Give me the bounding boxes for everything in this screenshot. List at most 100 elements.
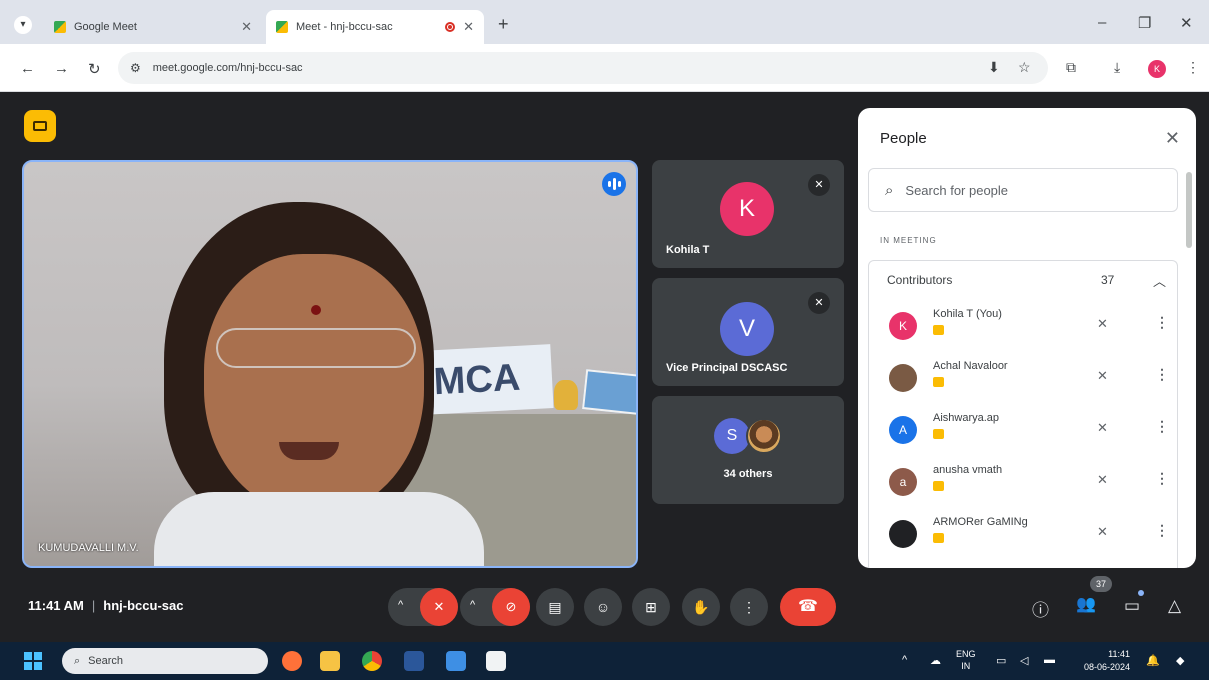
more-options-icon[interactable]: ⋮ bbox=[1155, 366, 1169, 383]
contributors-group-header[interactable]: Contributors 37 ︿ bbox=[868, 260, 1178, 298]
mic-off-icon[interactable]: ✕ bbox=[1097, 316, 1108, 332]
site-info-icon[interactable]: ⚙ bbox=[130, 61, 141, 75]
others-count-label: 34 others bbox=[723, 468, 773, 480]
participant-count-badge: 37 bbox=[1090, 576, 1112, 592]
present-mode-button[interactable] bbox=[24, 110, 56, 142]
mic-off-icon[interactable]: ✕ bbox=[1097, 472, 1108, 488]
mic-off-icon: ✕ bbox=[808, 174, 830, 196]
browser-menu-icon[interactable]: ⋮ bbox=[1186, 59, 1200, 76]
download-install-icon[interactable]: ⬇ bbox=[988, 59, 1000, 76]
raise-hand-button[interactable]: ✋ bbox=[682, 588, 720, 626]
tab-title: Meet - hnj-bccu-sac bbox=[296, 21, 393, 33]
people-icon[interactable]: 👥 bbox=[1076, 594, 1096, 614]
profile-avatar[interactable]: K bbox=[1148, 60, 1166, 78]
close-tab-icon[interactable]: ✕ bbox=[463, 19, 474, 35]
mic-control[interactable]: ^ ✕ bbox=[388, 588, 458, 626]
avatar: a bbox=[889, 468, 917, 496]
system-clock[interactable]: 11:41 08-06-2024 bbox=[1074, 648, 1130, 674]
search-placeholder: Search bbox=[88, 655, 124, 667]
participant-name: Vice Principal DSCASC bbox=[666, 362, 788, 374]
meet-stage: MCA KUMUDAVALLI M.V. K ✕ Kohila T V ✕ Vi… bbox=[0, 92, 1209, 642]
section-label: IN MEETING bbox=[880, 236, 937, 245]
others-tile[interactable]: S 34 others bbox=[652, 396, 844, 504]
captions-button[interactable]: ▤ bbox=[536, 588, 574, 626]
activities-icon[interactable]: △ bbox=[1168, 596, 1181, 616]
photos-icon[interactable] bbox=[446, 651, 466, 671]
mic-off-icon: ✕ bbox=[808, 292, 830, 314]
camera-off-icon[interactable]: ⊘ bbox=[492, 588, 530, 626]
window-close-icon[interactable]: ✕ bbox=[1180, 14, 1193, 32]
app-icon[interactable] bbox=[486, 651, 506, 671]
extensions-icon[interactable]: ⧉ bbox=[1066, 59, 1076, 76]
list-item[interactable]: K Kohila T (You) ✕ ⋮ bbox=[869, 298, 1177, 350]
search-placeholder: Search for people bbox=[905, 182, 1009, 198]
more-options-icon[interactable]: ⋮ bbox=[1155, 522, 1169, 539]
more-options-icon[interactable]: ⋮ bbox=[1155, 470, 1169, 487]
emoji-reactions-button[interactable]: ☺ bbox=[584, 588, 622, 626]
chat-notification-dot bbox=[1138, 590, 1144, 596]
main-video-tile[interactable]: MCA KUMUDAVALLI M.V. bbox=[22, 160, 638, 568]
new-tab-button[interactable]: + bbox=[498, 14, 509, 35]
reload-icon[interactable]: ↻ bbox=[88, 60, 101, 78]
more-options-icon[interactable]: ⋮ bbox=[1155, 314, 1169, 331]
tray-overflow-icon[interactable]: ^ bbox=[902, 654, 907, 666]
more-options-icon[interactable]: ⋮ bbox=[1155, 418, 1169, 435]
bookmark-star-icon[interactable]: ☆ bbox=[1018, 59, 1031, 76]
close-icon[interactable]: ✕ bbox=[1165, 128, 1180, 149]
restore-icon[interactable]: ❐ bbox=[1138, 14, 1151, 32]
leave-call-button[interactable]: ☎ bbox=[780, 588, 836, 626]
input-language[interactable]: ENG IN bbox=[956, 648, 976, 672]
people-search-input[interactable]: ⌕ Search for people bbox=[868, 168, 1178, 212]
battery-icon[interactable]: ▬ bbox=[1044, 654, 1055, 666]
cast-icon bbox=[33, 121, 47, 131]
list-item[interactable]: ARMORer GaMINg ✕ ⋮ bbox=[869, 506, 1177, 558]
taskbar-search-input[interactable]: ⌕ Search bbox=[62, 648, 268, 674]
tab-search-button[interactable]: ▾ bbox=[14, 16, 32, 34]
network-icon[interactable]: ▭ bbox=[996, 654, 1006, 667]
avatar-photo bbox=[746, 418, 782, 454]
word-icon[interactable] bbox=[404, 651, 424, 671]
avatar bbox=[889, 520, 917, 548]
present-screen-button[interactable]: ⊞ bbox=[632, 588, 670, 626]
list-item[interactable]: A Aishwarya.ap ✕ ⋮ bbox=[869, 402, 1177, 454]
mic-off-icon[interactable]: ✕ bbox=[420, 588, 458, 626]
close-tab-icon[interactable]: ✕ bbox=[241, 19, 252, 35]
volume-icon[interactable]: ◁ bbox=[1020, 654, 1028, 667]
avatar bbox=[889, 364, 917, 392]
participant-tile-vice-principal[interactable]: V ✕ Vice Principal DSCASC bbox=[652, 278, 844, 386]
onedrive-icon[interactable]: ☁ bbox=[930, 654, 941, 667]
firefox-icon[interactable] bbox=[282, 651, 302, 671]
participant-tile-kohila[interactable]: K ✕ Kohila T bbox=[652, 160, 844, 268]
minimize-icon[interactable]: – bbox=[1098, 14, 1106, 31]
back-icon[interactable]: ← bbox=[20, 60, 35, 77]
more-options-button[interactable]: ⋮ bbox=[730, 588, 768, 626]
mic-off-icon[interactable]: ✕ bbox=[1097, 368, 1108, 384]
windows-start-icon[interactable] bbox=[24, 652, 42, 670]
meeting-details-icon[interactable]: ⓘ bbox=[1032, 596, 1049, 621]
group-count: 37 bbox=[1101, 273, 1115, 287]
group-label: Contributors bbox=[887, 273, 953, 287]
file-explorer-icon[interactable] bbox=[320, 651, 340, 671]
tab-meet-call[interactable]: Meet - hnj-bccu-sac ✕ bbox=[266, 10, 484, 44]
mic-off-icon[interactable]: ✕ bbox=[1097, 524, 1108, 540]
downloads-icon[interactable]: ⤓ bbox=[1114, 59, 1120, 76]
forward-icon[interactable]: → bbox=[54, 60, 69, 77]
participant-status-icon bbox=[933, 325, 944, 335]
chevron-up-icon[interactable]: ^ bbox=[398, 599, 403, 611]
panel-scrollbar[interactable] bbox=[1186, 172, 1192, 248]
tab-google-meet[interactable]: Google Meet ✕ bbox=[44, 10, 262, 44]
chat-icon[interactable]: ▭ bbox=[1124, 596, 1140, 616]
chrome-icon[interactable] bbox=[362, 651, 382, 671]
chevron-up-icon[interactable]: ^ bbox=[470, 599, 475, 611]
notification-icon[interactable]: 🔔 bbox=[1146, 654, 1160, 667]
camera-control[interactable]: ^ ⊘ bbox=[460, 588, 530, 626]
list-item[interactable]: a anusha vmath ✕ ⋮ bbox=[869, 454, 1177, 506]
avatar: V bbox=[720, 302, 774, 356]
mic-off-icon[interactable]: ✕ bbox=[1097, 420, 1108, 436]
address-bar[interactable]: ⚙ meet.google.com/hnj-bccu-sac bbox=[118, 52, 1048, 84]
participant-name: Achal Navaloor bbox=[933, 360, 1008, 372]
list-item[interactable]: Achal Navaloor ✕ ⋮ bbox=[869, 350, 1177, 402]
chevron-up-icon[interactable]: ︿ bbox=[1153, 271, 1166, 290]
people-panel: People ✕ ⌕ Search for people IN MEETING … bbox=[858, 108, 1196, 568]
copilot-icon[interactable]: ◆ bbox=[1176, 654, 1184, 667]
